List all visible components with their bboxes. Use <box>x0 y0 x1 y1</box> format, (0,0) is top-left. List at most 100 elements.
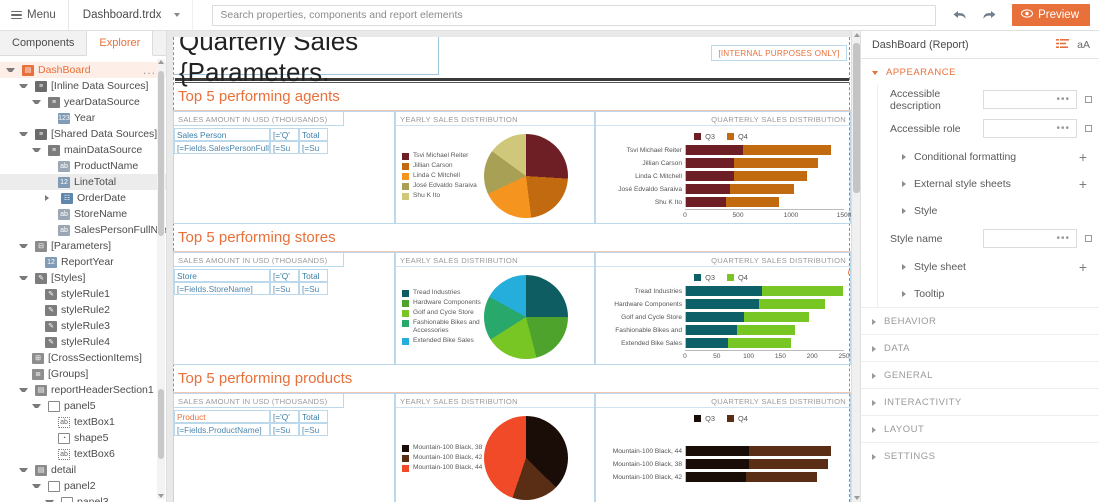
tree-item-inline-data-sources[interactable]: ≡ [Inline Data Sources] <box>0 78 166 94</box>
tree-item-shared-data-sources[interactable]: ≡ [Shared Data Sources] <box>0 126 166 142</box>
bar-chart-agents-quarterly-bars[interactable]: Q3 Q4 Tsvi Michael Reiter Jillian Carson Lin… <box>596 126 851 223</box>
chevron-down-icon[interactable] <box>6 68 15 72</box>
property-input-accessible-role[interactable]: ••• <box>983 119 1077 138</box>
tree-item-reportheadersection1[interactable]: ▤ reportHeaderSection1 <box>0 382 166 398</box>
table-header-cell[interactable]: [='Q' <box>270 269 299 282</box>
chevron-down-icon[interactable] <box>32 404 41 408</box>
tree-item-yeardatasource[interactable]: ≡ yearDataSource <box>0 94 166 110</box>
tree-item-stylerule2[interactable]: ✎ styleRule2 <box>0 302 166 318</box>
add-button[interactable]: + <box>1079 177 1087 191</box>
chevron-right-icon[interactable] <box>45 195 54 201</box>
property-subgroup-style-sheet[interactable]: Style sheet + <box>878 253 1099 280</box>
table-data-cell[interactable]: [=Su <box>299 282 328 295</box>
search-box[interactable] <box>212 4 937 26</box>
property-group-appearance[interactable]: APPEARANCE <box>861 59 1099 85</box>
yearly-distribution-panel[interactable]: YEARLY SALES DISTRIBUTION Mountain-100 Bl… <box>395 393 595 502</box>
tree-item-textbox6[interactable]: ab textBox6 <box>0 446 166 462</box>
quarterly-distribution-panel[interactable]: QUARTERLY SALES DISTRIBUTION Q3 Q4 Tsvi Mic… <box>595 111 851 224</box>
property-group-data[interactable]: DATA <box>861 334 1099 361</box>
file-name-dropdown[interactable]: Dashboard.trdx <box>69 0 194 30</box>
scroll-down-arrow-icon[interactable] <box>158 494 164 498</box>
tree-item-linetotal[interactable]: 12 LineTotal <box>0 174 166 190</box>
section-title-textbox[interactable]: Top 5 performing agents <box>173 83 851 111</box>
tree-item-crosssectionitems[interactable]: ⊞ [CrossSectionItems] <box>0 350 166 366</box>
property-expression-button[interactable] <box>1077 125 1099 132</box>
internal-purposes-badge[interactable]: [INTERNAL PURPOSES ONLY] <box>711 45 847 61</box>
tree-item-panel2[interactable]: panel2 <box>0 478 166 494</box>
bar-chart-stores-quarterly-bars[interactable]: Q3 Q4 Tread Industries Hardware Components G… <box>596 267 850 364</box>
tree-item-styles[interactable]: ✎ [Styles] <box>0 270 166 286</box>
chevron-down-icon[interactable] <box>19 388 28 392</box>
table-header-cell[interactable]: Product <box>174 410 270 423</box>
canvas-scrollbar[interactable] <box>851 31 860 502</box>
table-header-cell[interactable]: [='Q' <box>270 128 299 141</box>
property-group-behavior[interactable]: BEHAVIOR <box>861 307 1099 334</box>
chevron-down-icon[interactable] <box>32 148 41 152</box>
tree-item-panel5[interactable]: panel5 <box>0 398 166 414</box>
table-data-cell[interactable]: [=Su <box>299 141 328 154</box>
chevron-down-icon[interactable] <box>32 484 41 488</box>
tree-item-shape5[interactable]: ◔ shape5 <box>0 430 166 446</box>
sales-amount-panel[interactable]: SALES AMOUNT IN USD (THOUSANDS) Product [=… <box>173 393 395 502</box>
tree-item-stylerule1[interactable]: ✎ styleRule1 <box>0 286 166 302</box>
property-group-general[interactable]: GENERAL <box>861 361 1099 388</box>
table-data-cell[interactable]: [=Fields.StoreName] <box>174 282 270 295</box>
tree-item-groups[interactable]: ≣ [Groups] <box>0 366 166 382</box>
tree-item-dashboard[interactable]: ▤ DashBoard... <box>0 62 166 78</box>
tree-item-productname[interactable]: ab ProductName <box>0 158 166 174</box>
undo-arrow-icon[interactable] <box>944 0 974 31</box>
quarterly-distribution-panel[interactable]: QUARTERLY SALES DISTRIBUTION Q3 Q4 Tread In… <box>595 252 851 365</box>
tree-item-maindatasource[interactable]: ≡ mainDataSource <box>0 142 166 158</box>
preview-button[interactable]: Preview <box>1012 4 1090 26</box>
tree-item-parameters[interactable]: ⊟ [Parameters] <box>0 238 166 254</box>
redo-arrow-icon[interactable] <box>974 0 1004 31</box>
sales-amount-panel[interactable]: SALES AMOUNT IN USD (THOUSANDS) Store [='Q… <box>173 252 395 365</box>
table-data-cell[interactable]: [=Su <box>299 423 328 436</box>
section-title-textbox[interactable]: Top 5 performing products <box>173 365 851 393</box>
chevron-down-icon[interactable] <box>19 132 28 136</box>
canvas-scroll-thumb[interactable] <box>853 43 860 193</box>
table-header-cell[interactable]: [='Q' <box>270 410 299 423</box>
canvas-scroll-up-icon[interactable] <box>853 33 860 37</box>
table-data-cell[interactable]: [=Su <box>270 423 299 436</box>
chevron-down-icon[interactable] <box>19 244 28 248</box>
table-data-cell[interactable]: [=Su <box>270 282 299 295</box>
sales-amount-panel[interactable]: SALES AMOUNT IN USD (THOUSANDS) Sales Per… <box>173 111 395 224</box>
pie-chart-agents-yearly-pie[interactable]: Tsvi Michael Reiter Jillian Carson Linda C… <box>396 126 594 223</box>
tree-item-salespersonfullname[interactable]: ab SalesPersonFullName <box>0 222 166 238</box>
property-group-settings[interactable]: SETTINGS <box>861 442 1099 469</box>
property-subgroup-tooltip[interactable]: Tooltip <box>878 280 1099 307</box>
data-table[interactable]: Store [='Q' Total [=Fields.StoreName] [=Su [=… <box>174 269 394 295</box>
search-input[interactable] <box>220 9 929 21</box>
sort-list-icon[interactable] <box>1056 38 1070 52</box>
table-data-cell[interactable]: [=Su <box>270 141 299 154</box>
canvas-scroll-down-icon[interactable] <box>853 496 860 500</box>
data-table[interactable]: Sales Person [='Q' Total [=Fields.SalesPers… <box>174 128 394 154</box>
pie-chart-stores-yearly-pie[interactable]: Tread Industries Hardware Components Golf … <box>396 267 594 364</box>
table-header-cell[interactable]: Total <box>299 128 328 141</box>
tree-item-textbox1[interactable]: ab textBox1 <box>0 414 166 430</box>
tree-item-stylerule4[interactable]: ✎ styleRule4 <box>0 334 166 350</box>
property-subgroup-conditional-formatting[interactable]: Conditional formatting + <box>878 143 1099 170</box>
property-expression-button[interactable] <box>1077 235 1099 242</box>
bar-chart-products-quarterly-bars[interactable]: Q3 Q4 Mountain-100 Black, 44 Mountain-100 B… <box>596 408 850 502</box>
tab-explorer[interactable]: Explorer <box>87 31 154 56</box>
report-design-surface[interactable]: Quarterly Sales {Parameters. [INTERNAL P… <box>173 37 851 502</box>
section-title-textbox[interactable]: Top 5 performing stores <box>173 224 851 252</box>
property-expression-button[interactable] <box>1077 96 1099 103</box>
property-subgroup-external-style-sheets[interactable]: External style sheets + <box>878 170 1099 197</box>
menu-button[interactable]: Menu <box>0 0 69 30</box>
table-data-cell[interactable]: [=Fields.SalesPersonFull <box>174 141 270 154</box>
report-title-textbox[interactable]: Quarterly Sales {Parameters. <box>173 37 439 87</box>
tree-item-detail[interactable]: ▤ detail <box>0 462 166 478</box>
property-input-accessible-description[interactable]: ••• <box>983 90 1077 109</box>
alphabetical-sort-icon[interactable]: aA <box>1077 39 1090 51</box>
add-button[interactable]: + <box>1079 260 1087 274</box>
tree-item-panel3[interactable]: panel3 <box>0 494 166 502</box>
tree-item-orderdate[interactable]: ☷ OrderDate <box>0 190 166 206</box>
tab-components[interactable]: Components <box>0 31 88 55</box>
table-header-cell[interactable]: Sales Person <box>174 128 270 141</box>
chevron-down-icon[interactable] <box>19 468 28 472</box>
table-header-cell[interactable]: Store <box>174 269 270 282</box>
table-data-cell[interactable]: [=Fields.ProductName] <box>174 423 270 436</box>
